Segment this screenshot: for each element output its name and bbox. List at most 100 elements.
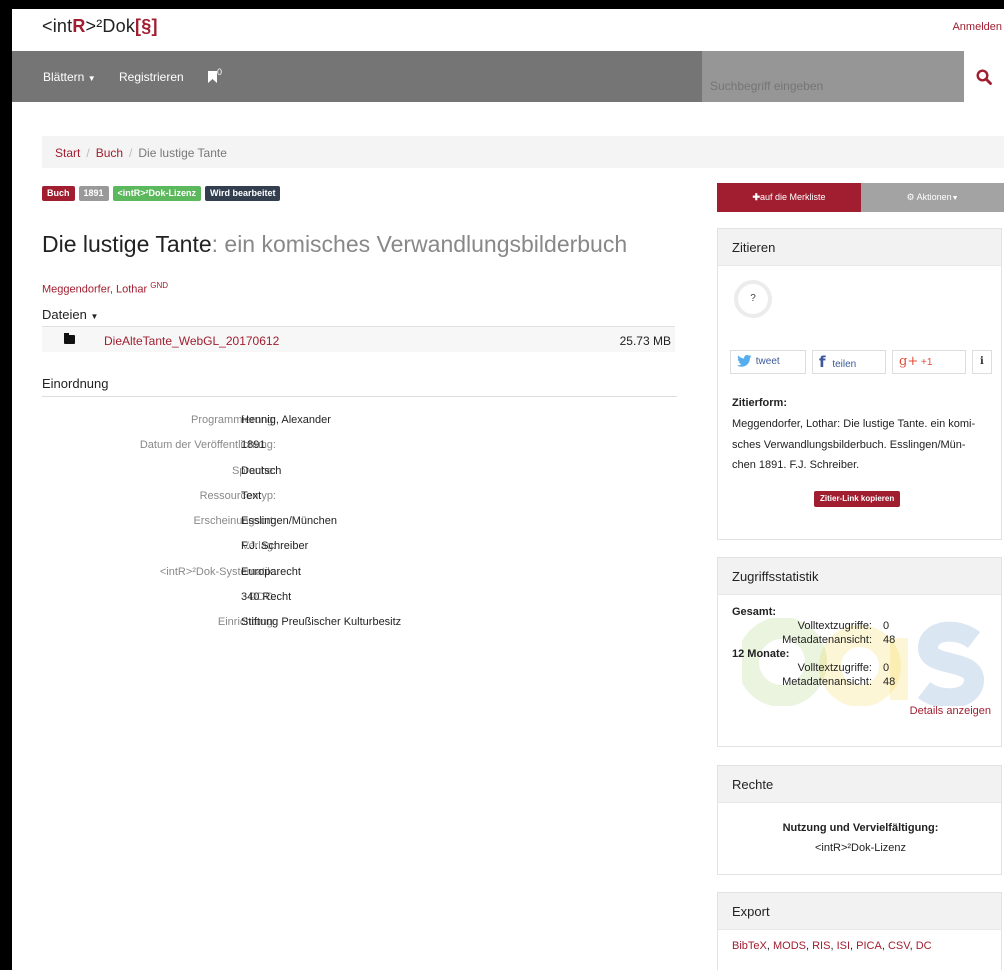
meta-row: Ressourcentyp: Text [42, 490, 677, 515]
breadcrumb: Start / Buch / Die lustige Tante [42, 136, 1004, 168]
meta-value: Europarecht [241, 565, 301, 578]
export-ris[interactable]: RIS [812, 940, 830, 952]
citation-line: Meggendorfer, Lothar: Die lustige Tante.… [732, 418, 976, 430]
stats-table: Gesamt: Volltextzugriffe: 0 Metadatenansi… [732, 605, 994, 689]
stat-row: Volltextzugriffe: 0 [732, 661, 994, 675]
stat-key: Metadatenansicht: [782, 634, 872, 646]
caret-down-icon: ▼ [87, 74, 96, 83]
gnd-link[interactable]: GND [150, 281, 168, 290]
breadcrumb-separator: / [86, 146, 90, 160]
bookmark-icon [208, 70, 217, 83]
files-heading: Dateien [42, 307, 87, 322]
tweet-label: tweet [755, 356, 780, 367]
rights-value: <intR>²Dok-Lizenz [814, 842, 907, 854]
meta-value-link[interactable]: Hennig, Alexander [241, 414, 331, 426]
meta-row: DDC: 340 Recht [42, 591, 677, 616]
author-link[interactable]: Meggendorfer, Lothar [42, 284, 147, 296]
screen-frame-top [0, 0, 1004, 9]
googleplus-label: +1 [921, 357, 933, 368]
stats-panel: Zugriffsstatistik Gesamt: Volltextzugrif… [717, 557, 1002, 747]
citation-line: sches Verwandlungsbilderbuch. Esslingen/… [732, 438, 966, 451]
meta-value: F.J. Schreiber [241, 540, 309, 553]
stat-row: Metadatenansicht: 48 [732, 633, 994, 647]
badge-year: 1891 [78, 186, 109, 201]
metadata-list: Programmierung: Hennig, Alexander Datum d… [42, 414, 677, 642]
rights-panel-heading: Rechte [718, 766, 1001, 803]
add-to-bookmarks-button[interactable]: ✚auf die Merkliste [717, 183, 861, 212]
meta-row: Programmierung: Hennig, Alexander [42, 414, 677, 439]
share-info-button[interactable]: i [972, 350, 992, 374]
stats-panel-heading: Zugriffsstatistik [718, 558, 1001, 595]
meta-row: Datum der Veröffentlichung: 1891 [42, 439, 677, 464]
actions-dropdown-button[interactable]: ⚙ Aktionen▼ [861, 183, 1004, 212]
googleplus-button[interactable]: g+ +1 [892, 350, 966, 374]
export-isi[interactable]: ISI [837, 940, 850, 952]
stat-row: Volltextzugriffe: 0 [732, 619, 994, 633]
export-mods[interactable]: MODS [773, 940, 806, 952]
export-links: BibTeX, MODS, RIS, ISI, PICA, CSV, DC [732, 940, 932, 952]
files-toggle[interactable]: Dateien ▼ [42, 307, 98, 322]
share-buttons: tweet f teilen g+ +1 i [730, 350, 992, 374]
breadcrumb-start[interactable]: Start [55, 146, 80, 160]
export-panel-heading: Export [718, 893, 1001, 930]
login-link[interactable]: Anmelden [952, 21, 1002, 33]
citation-line: chen 1891. F.J. Schreiber. [732, 459, 860, 471]
facebook-share-button[interactable]: f teilen [812, 350, 886, 374]
caret-down-icon: ▼ [90, 312, 99, 321]
status-badges: Buch 1891 <intR>²Dok-Lizenz Wird bearbei… [42, 186, 281, 201]
stats-months-label: 12 Monate: [732, 648, 790, 660]
bookmark-count: 0 [217, 67, 223, 77]
meta-value: Deutsch [241, 464, 282, 477]
twitter-icon [737, 355, 752, 368]
stat-value: 0 [883, 620, 890, 632]
stat-row: Metadatenansicht: 48 [732, 675, 994, 689]
tweet-button[interactable]: tweet [730, 350, 806, 374]
title-main: Die lustige Tante [42, 231, 212, 257]
caret-down-icon: ▼ [951, 195, 959, 202]
add-to-bookmarks-label: auf die Merkliste [760, 192, 826, 202]
copy-citation-link-button[interactable]: Zitier-Link kopieren [814, 491, 901, 507]
site-logo[interactable]: <intR>²Dok[§] [42, 16, 158, 37]
stat-key: Volltextzugriffe: [797, 620, 872, 632]
nav-register-link[interactable]: Registrieren [119, 70, 184, 84]
badge-type: Buch [42, 186, 75, 201]
search-button[interactable] [964, 51, 1004, 102]
logo-paragraph: [§] [135, 16, 158, 36]
author-line: Meggendorfer, Lothar GND [42, 281, 168, 296]
title-subtitle: : ein komisches Verwandlungsbilderbuch [211, 231, 628, 257]
gear-icon: ⚙ [906, 192, 915, 202]
cite-panel: Zitieren ? tweet f teilen g+ +1 i Zitier… [717, 228, 1002, 540]
stat-value: 48 [883, 676, 896, 688]
googleplus-icon: g+ [899, 354, 919, 369]
logo-prefix: <int [42, 16, 73, 36]
export-bibtex[interactable]: BibTeX [732, 940, 767, 952]
breadcrumb-buch[interactable]: Buch [96, 146, 123, 160]
altmetric-badge[interactable]: ? [734, 280, 772, 318]
nav-browse-dropdown[interactable]: Blättern ▼ [43, 70, 96, 84]
export-panel: Export BibTeX, MODS, RIS, ISI, PICA, CSV… [717, 892, 1002, 970]
meta-row: Sprache: Deutsch [42, 465, 677, 490]
meta-value: Esslingen/München [241, 515, 338, 528]
badge-status: Wird bearbeitet [205, 186, 281, 201]
nav-browse-label: Blättern [43, 70, 85, 84]
logo-r: R [72, 16, 86, 36]
facebook-icon: f [819, 353, 826, 371]
meta-value: Stiftung Preußischer Kulturbesitz [241, 616, 402, 629]
actions-label: Aktionen [916, 192, 952, 202]
export-dc[interactable]: DC [916, 940, 932, 952]
main-navbar: Blättern ▼ Registrieren 0 [12, 51, 1004, 102]
meta-value: 1891 [241, 439, 266, 452]
nav-bookmarks[interactable]: 0 [208, 67, 222, 83]
citation-form-label: Zitierform: [732, 397, 787, 409]
search-input[interactable] [702, 51, 964, 102]
stats-details-link[interactable]: Details anzeigen [910, 705, 991, 717]
file-link[interactable]: DieAlteTante_WebGL_20170612 [104, 334, 279, 348]
file-size: 25.73 MB [619, 334, 671, 348]
export-pica[interactable]: PICA [856, 940, 882, 952]
facebook-share-label: teilen [832, 359, 857, 370]
export-csv[interactable]: CSV [888, 940, 910, 952]
breadcrumb-current: Die lustige Tante [138, 146, 227, 160]
meta-row: Einrichtung: Stiftung Preußischer Kulturb… [42, 616, 677, 641]
stat-key: Volltextzugriffe: [797, 662, 872, 674]
stat-value: 0 [883, 662, 890, 674]
